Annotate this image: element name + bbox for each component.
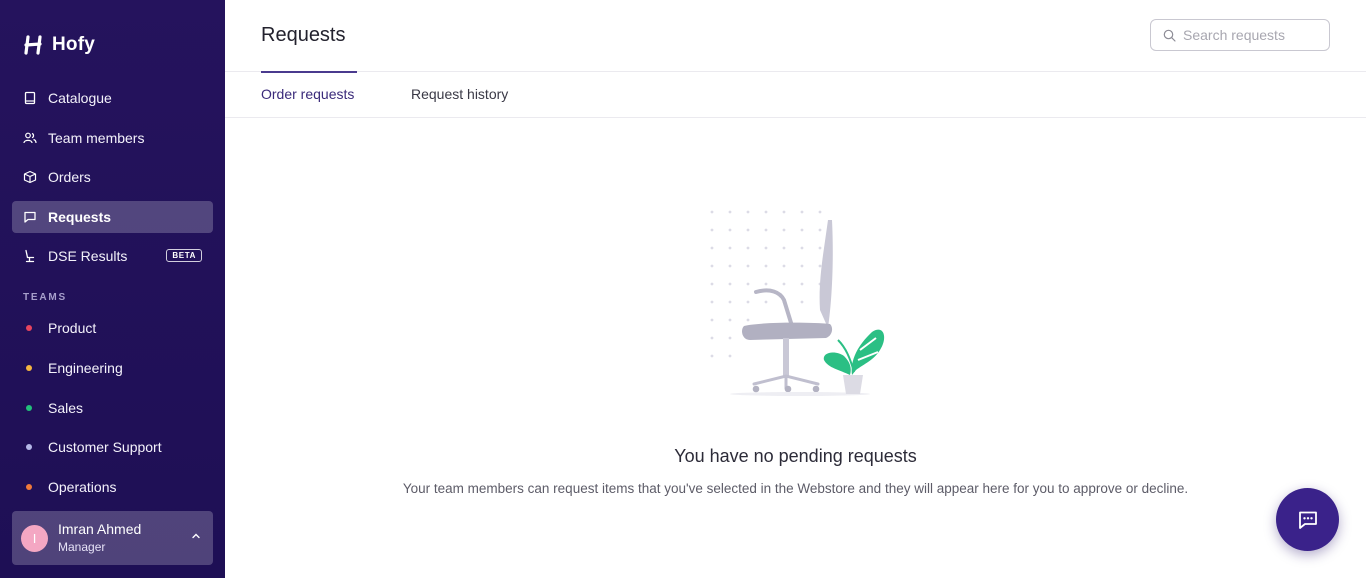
avatar: I [21, 524, 48, 552]
sidebar-team-product[interactable]: Product [12, 312, 213, 344]
user-role: Manager [58, 540, 106, 554]
team-color-dot [26, 484, 32, 490]
teams-section-title: TEAMS [23, 292, 67, 303]
sidebar-item-label: Requests [48, 209, 112, 225]
tab-order-requests[interactable]: Order requests [261, 86, 354, 102]
empty-chair-illustration [710, 210, 885, 396]
team-color-dot [26, 405, 32, 411]
empty-state-description: Your team members can request items that… [402, 481, 1189, 496]
sidebar-item-label: Operations [48, 479, 117, 495]
brand-name: Hofy [52, 34, 96, 55]
user-name: Imran Ahmed [58, 521, 142, 537]
sidebar-item-catalogue[interactable]: Catalogue [12, 82, 213, 114]
sidebar-item-label: Engineering [48, 360, 123, 376]
sidebar-item-label: Sales [48, 400, 84, 416]
box-icon [23, 170, 37, 184]
main-content: Requests Order requests Request history [225, 0, 1366, 578]
active-tab-indicator [261, 71, 357, 73]
user-menu[interactable]: I Imran Ahmed Manager [12, 511, 213, 565]
empty-state-title: You have no pending requests [674, 446, 917, 466]
sidebar-item-label: Catalogue [48, 90, 112, 106]
message-icon [23, 210, 37, 224]
search-input[interactable] [1183, 27, 1323, 43]
sidebar-item-requests[interactable]: Requests [12, 201, 213, 233]
beta-badge: BETA [166, 249, 202, 262]
search-icon [1163, 29, 1176, 42]
tab-request-history[interactable]: Request history [411, 86, 508, 102]
sidebar-item-label: Product [48, 320, 97, 336]
users-icon [23, 131, 37, 145]
sidebar-team-customer-support[interactable]: Customer Support [12, 431, 213, 463]
chevron-up-icon [192, 533, 200, 539]
sidebar-item-team-members[interactable]: Team members [12, 122, 213, 154]
sidebar-item-dse-results[interactable]: DSE Results BETA [12, 240, 213, 272]
sidebar-item-label: DSE Results [48, 248, 128, 264]
sidebar-item-orders[interactable]: Orders [12, 161, 213, 193]
chat-button[interactable] [1276, 488, 1339, 551]
header-divider [225, 71, 1366, 72]
sidebar-team-sales[interactable]: Sales [12, 392, 213, 424]
page-title: Requests [261, 24, 346, 46]
sidebar-team-operations[interactable]: Operations [12, 471, 213, 503]
sidebar-item-label: Orders [48, 169, 91, 185]
sidebar: Hofy Catalogue Team members Orders Reque… [0, 0, 225, 578]
tabs-divider [225, 117, 1366, 118]
team-color-dot [26, 444, 32, 450]
chat-icon [1298, 511, 1317, 529]
chair-icon [23, 249, 37, 263]
sidebar-item-label: Team members [48, 130, 145, 146]
sidebar-item-label: Customer Support [48, 439, 162, 455]
hofy-logo-icon [24, 35, 42, 55]
team-color-dot [26, 365, 32, 371]
brand-logo[interactable]: Hofy [24, 34, 95, 56]
sidebar-team-engineering[interactable]: Engineering [12, 352, 213, 384]
book-icon [23, 91, 37, 105]
search-box[interactable] [1150, 19, 1330, 51]
team-color-dot [26, 325, 32, 331]
